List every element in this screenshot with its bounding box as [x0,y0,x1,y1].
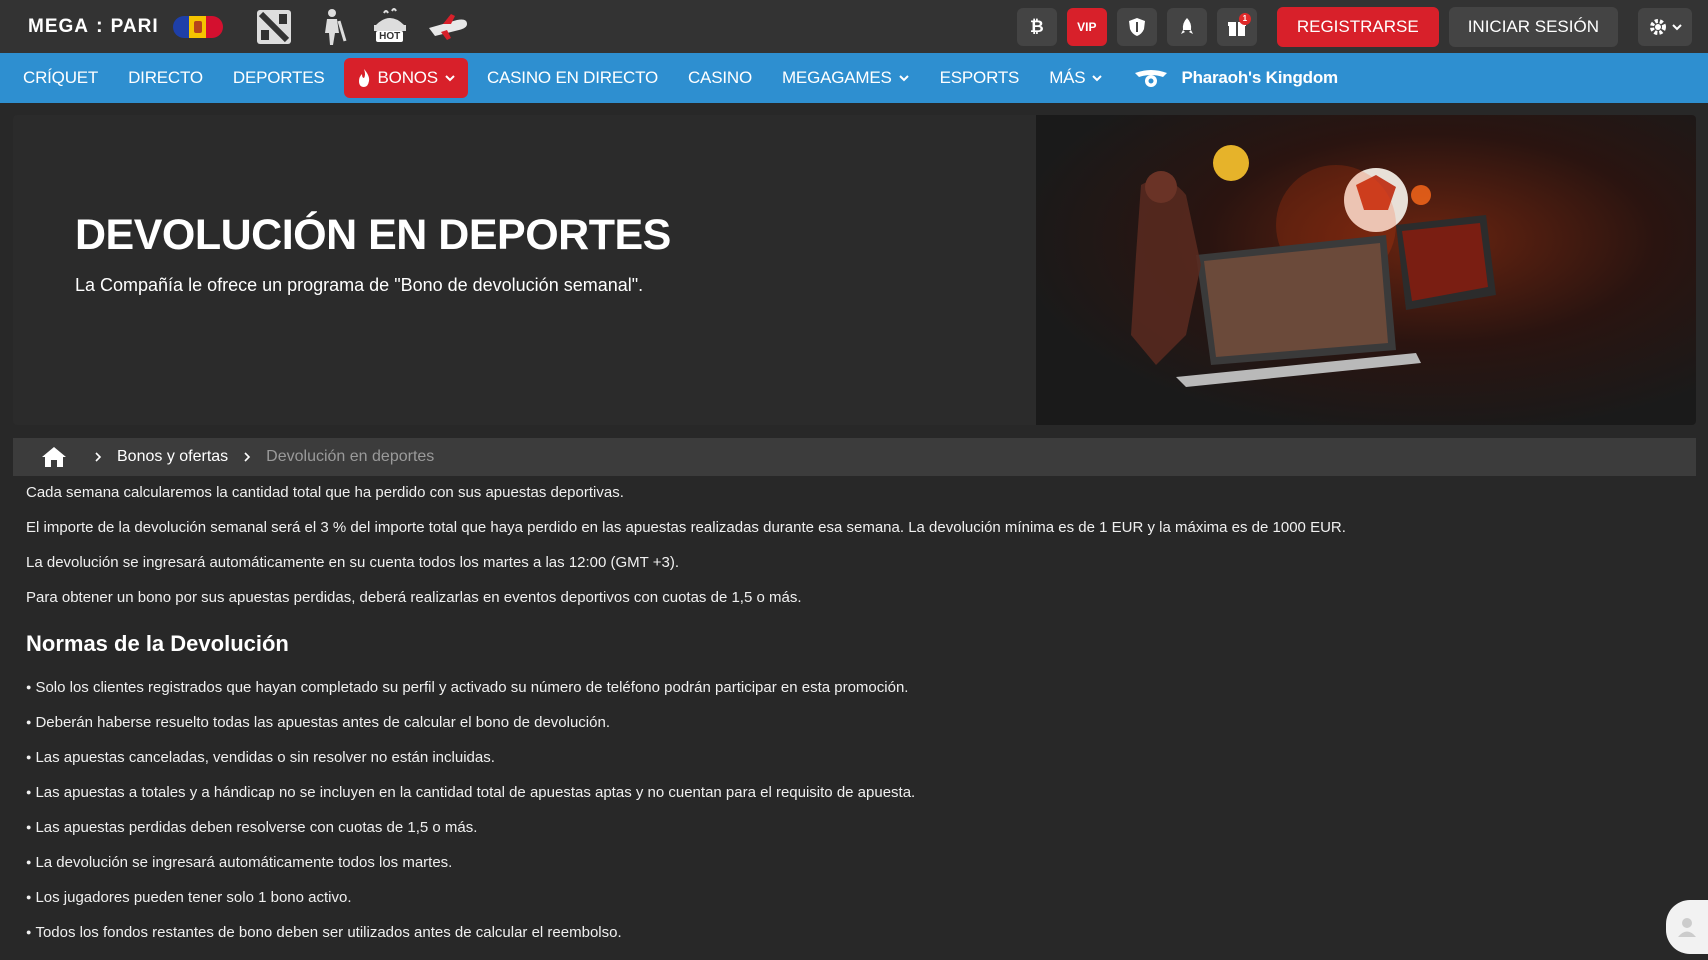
breadcrumb-current: Devolución en deportes [266,448,435,465]
gear-icon [1649,18,1666,35]
nav-label: CRÍQUET [23,68,99,87]
gift-button[interactable]: 1 [1216,7,1257,46]
game-shortcuts: HOT [253,6,469,48]
register-button[interactable]: REGISTRARSE [1276,6,1439,47]
nav-cricket[interactable]: CRÍQUET [8,58,113,98]
rule-item: La devolución se ingresará automáticamen… [26,854,1686,872]
nav-sports[interactable]: DEPORTES [218,58,340,98]
bitcoin-button[interactable]: ₿ [1016,7,1057,46]
nav-live-casino[interactable]: CASINO EN DIRECTO [472,58,673,98]
banner-title: DEVOLUCIÓN EN DEPORTES [75,211,671,259]
nav-casino[interactable]: CASINO [673,58,767,98]
cricket-player-icon[interactable] [311,6,353,48]
register-label: REGISTRARSE [1296,16,1419,36]
shield-button[interactable] [1116,7,1157,46]
rule-item: Las apuestas a totales y a hándicap no s… [26,784,1686,802]
gift-badge: 1 [1238,12,1251,25]
support-chat-button[interactable] [1666,900,1708,954]
chevron-down-icon [1671,23,1682,30]
rule-item: Solo los clientes registrados que hayan … [26,679,1686,697]
rule-item: Los jugadores pueden tener solo 1 bono a… [26,889,1686,907]
content-paragraph: Para obtener un bono por sus apuestas pe… [26,589,802,606]
nav-bonuses[interactable]: BONOS [343,58,468,98]
nav-pharaohs-kingdom[interactable]: Pharaoh's Kingdom [1118,58,1353,98]
rule-item: Todos los fondos restantes de bono deben… [26,924,1686,942]
winged-eye-icon [1135,70,1168,87]
content-paragraph: El importe de la devolución semanal será… [26,519,1346,536]
nav-label: Pharaoh's Kingdom [1181,68,1338,87]
breadcrumb-bonuses-link[interactable]: Bonos y ofertas [117,448,228,466]
flame-icon [358,69,369,87]
hot-pot-icon[interactable]: HOT [369,6,411,48]
content-paragraph: La devolución se ingresará automáticamen… [26,554,679,571]
logo-text-right: PARI [110,15,159,37]
plane-icon[interactable] [427,6,469,48]
banner-illustration [1036,115,1696,425]
bitcoin-icon: ₿ [1029,16,1044,36]
andorra-flag-icon[interactable] [172,15,223,38]
rule-item: Deberán haberse resuelto todas las apues… [26,714,1686,732]
chevron-down-icon [1092,75,1103,82]
nav-label: MEGAGAMES [781,68,892,87]
content-paragraph: Cada semana calcularemos la cantidad tot… [26,484,624,501]
nav-megagames[interactable]: MEGAGAMES [767,58,925,98]
top-bar: MEGA : PARI HOT ₿ VIP 1 REGISTRARSE INIC… [0,0,1708,53]
rule-item: Las apuestas perdidas deben resolverse c… [26,819,1686,837]
vip-button[interactable]: VIP [1066,7,1107,46]
nav-label: BONOS [377,68,439,87]
chevron-right-icon [95,452,102,462]
rule-item: Las apuestas canceladas, vendidas o sin … [26,749,1686,767]
login-button[interactable]: INICIAR SESIÓN [1448,6,1618,47]
top-right-controls: ₿ VIP 1 REGISTRARSE INICIAR SESIÓN [1016,6,1692,47]
nav-label: CASINO [687,68,752,87]
nav-label: CASINO EN DIRECTO [486,68,658,87]
main-nav: CRÍQUET DIRECTO DEPORTES BONOS CASINO EN… [0,53,1708,103]
rocket-icon [1180,17,1193,34]
banner-subtitle: La Compañía le ofrece un programa de "Bo… [75,275,644,295]
hot-label: HOT [376,31,404,42]
home-icon[interactable] [41,446,67,468]
nav-label: DIRECTO [128,68,203,87]
chevron-right-icon [244,452,251,462]
nav-label: ESPORTS [939,68,1020,87]
login-label: INICIAR SESIÓN [1467,16,1599,36]
notifications-button[interactable] [1166,7,1207,46]
nav-label: MÁS [1049,68,1086,87]
rules-heading: Normas de la Devolución [26,631,289,656]
shield-icon [1128,17,1145,36]
chevron-down-icon [898,75,909,82]
user-support-icon [1678,918,1696,937]
logo-text-left: MEGA [28,15,89,37]
nav-live[interactable]: DIRECTO [113,58,218,98]
dota-icon[interactable] [253,6,295,48]
vip-label: VIP [1077,19,1097,34]
breadcrumb: Bonos y ofertas Devolución en deportes [13,438,1696,476]
nav-more[interactable]: MÁS [1034,58,1118,98]
nav-label: DEPORTES [232,68,325,87]
promo-banner: DEVOLUCIÓN EN DEPORTES La Compañía le of… [13,115,1696,425]
settings-button[interactable] [1638,7,1692,46]
site-logo[interactable]: MEGA : PARI [28,15,223,38]
nav-esports[interactable]: ESPORTS [925,58,1035,98]
chevron-down-icon [445,75,455,82]
promo-content: Cada semana calcularemos la cantidad tot… [26,484,1686,959]
logo-dots: : [96,15,104,37]
